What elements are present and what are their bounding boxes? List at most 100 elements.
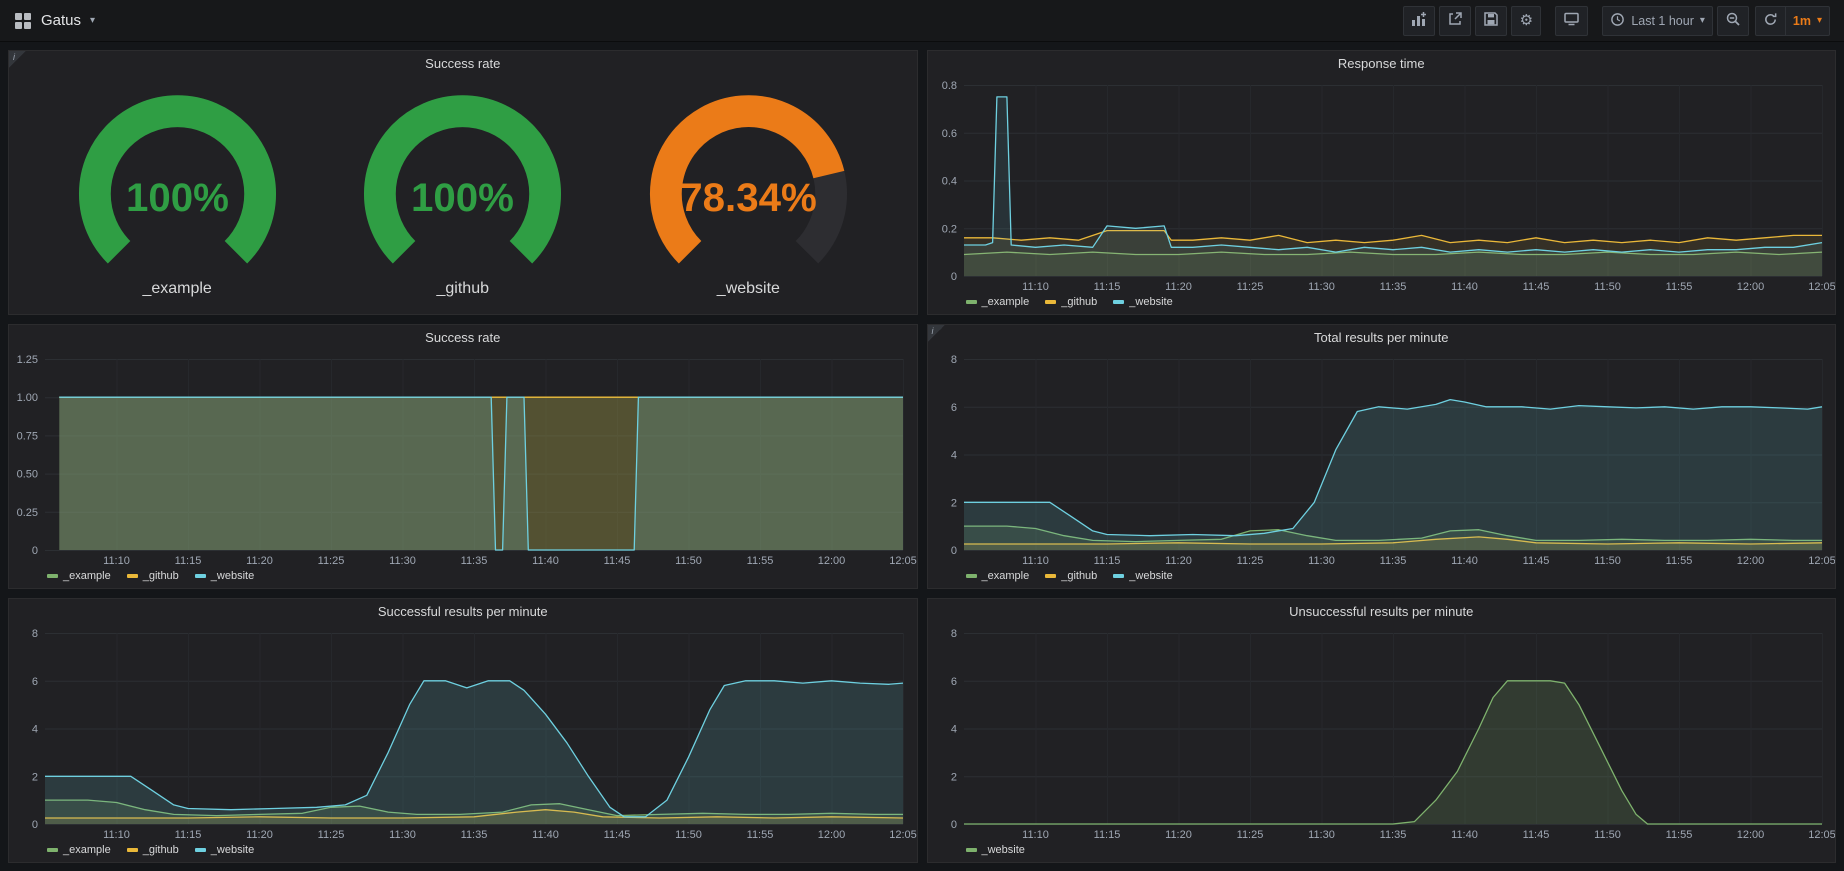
y-tick-label: 0.8 [941,80,956,92]
x-tick-label: 11:35 [461,555,488,567]
navbar-right: ⚙ Last 1 hour [1403,6,1830,36]
gear-icon: ⚙ [1520,13,1533,28]
y-tick-label: 0.75 [17,430,38,442]
success-rate-graph[interactable]: 00.250.500.751.001.2511:1011:1511:2011:2… [9,351,917,568]
share-button[interactable] [1439,6,1471,36]
clock-icon [1610,12,1625,30]
x-tick-label: 12:00 [818,829,846,841]
y-tick-label: 1.00 [17,392,38,404]
legend-item-_website[interactable]: _website [195,570,254,582]
legend-color-swatch [1045,574,1056,578]
total-results-graph[interactable]: 0246811:1011:1511:2011:2511:3011:3511:40… [928,351,1836,568]
legend-item-_website[interactable]: _website [966,844,1025,856]
chart-canvas[interactable]: 0246811:1011:1511:2011:2511:3011:3511:40… [928,351,1836,568]
legend-label: _example [982,570,1030,582]
legend-label: _website [211,844,254,856]
panel-title[interactable]: Success rate [9,325,917,351]
add-panel-icon [1411,11,1427,30]
chart-canvas[interactable]: 00.20.40.60.811:1011:1511:2011:2511:3011… [928,77,1836,294]
y-tick-label: 0 [32,819,38,831]
refresh-button[interactable] [1755,6,1786,36]
legend-label: _website [1129,296,1172,308]
legend-item-_example[interactable]: _example [966,570,1030,582]
x-tick-label: 11:10 [103,829,130,841]
panel-info-icon[interactable]: i [928,325,945,342]
y-tick-label: 0 [950,271,956,283]
panel-unsuccessful-results: Unsuccessful results per minute 0246811:… [927,598,1837,863]
unsuccessful-results-graph[interactable]: 0246811:1011:1511:2011:2511:3011:3511:40… [928,625,1836,842]
panel-response-time: Response time 00.20.40.60.811:1011:1511:… [927,50,1837,315]
legend-item-_website[interactable]: _website [1113,570,1172,582]
zoom-out-button[interactable] [1717,6,1749,36]
gauge-label: _github [437,280,490,298]
panel-title[interactable]: Total results per minute [928,325,1836,351]
caret-down-icon[interactable]: ▾ [90,16,95,26]
apps-grid-icon[interactable] [14,12,32,30]
x-tick-label: 11:45 [1522,555,1549,567]
legend-item-_example[interactable]: _example [47,570,111,582]
legend-color-swatch [1113,300,1124,304]
legend-color-swatch [1045,300,1056,304]
legend-item-_github[interactable]: _github [127,570,179,582]
panel-title[interactable]: Unsuccessful results per minute [928,599,1836,625]
x-tick-label: 11:45 [604,829,631,841]
refresh-interval-dropdown[interactable]: 1m ▾ [1786,6,1830,36]
x-tick-label: 11:30 [389,555,416,567]
legend-item-_website[interactable]: _website [1113,296,1172,308]
chart-canvas[interactable]: 0246811:1011:1511:2011:2511:3011:3511:40… [928,625,1836,842]
chart-legend: _example _github _website [9,842,917,862]
panel-title[interactable]: Success rate [9,51,917,77]
caret-down-icon: ▾ [1700,16,1705,26]
x-tick-label: 11:50 [1594,829,1621,841]
response-time-graph[interactable]: 00.20.40.60.811:1011:1511:2011:2511:3011… [928,77,1836,294]
x-tick-label: 11:25 [318,829,345,841]
panel-info-icon[interactable]: i [9,51,26,68]
x-tick-label: 11:40 [532,555,559,567]
panel-success-rate-gauges: i Success rate 100%_example100%_github78… [8,50,918,315]
x-tick-label: 11:55 [747,555,774,567]
panel-title[interactable]: Successful results per minute [9,599,917,625]
x-tick-label: 11:15 [1093,281,1120,293]
x-tick-label: 11:10 [1022,555,1049,567]
legend-item-_github[interactable]: _github [1045,570,1097,582]
time-range-button[interactable]: Last 1 hour ▾ [1602,6,1713,36]
x-tick-label: 11:25 [318,555,345,567]
chart-canvas[interactable]: 0246811:1011:1511:2011:2511:3011:3511:40… [9,625,917,842]
y-tick-label: 0.50 [17,469,38,481]
x-tick-label: 11:20 [246,829,273,841]
time-range-label: Last 1 hour [1631,14,1694,28]
legend-color-swatch [1113,574,1124,578]
grafana-dashboard: Gatus ▾ [0,0,1844,871]
x-tick-label: 11:25 [1236,829,1263,841]
x-tick-label: 11:55 [1665,829,1692,841]
chart-legend: _website [928,842,1836,862]
add-panel-button[interactable] [1403,6,1435,36]
x-tick-label: 11:30 [1308,281,1335,293]
caret-down-icon: ▾ [1817,16,1822,26]
x-tick-label: 11:55 [1665,555,1692,567]
x-tick-label: 11:15 [1093,555,1120,567]
legend-label: _example [982,296,1030,308]
x-tick-label: 11:40 [1451,281,1478,293]
legend-item-_github[interactable]: _github [1045,296,1097,308]
y-tick-label: 2 [950,771,956,783]
successful-results-graph[interactable]: 0246811:1011:1511:2011:2511:3011:3511:40… [9,625,917,842]
dashboard-title[interactable]: Gatus [41,12,81,29]
legend-label: _github [143,570,179,582]
zoom-out-icon [1725,11,1741,30]
legend-item-_website[interactable]: _website [195,844,254,856]
x-tick-label: 11:50 [1594,555,1621,567]
legend-item-_example[interactable]: _example [47,844,111,856]
legend-item-_github[interactable]: _github [127,844,179,856]
panel-title[interactable]: Response time [928,51,1836,77]
tv-mode-button[interactable] [1555,6,1588,36]
legend-label: _example [63,570,111,582]
x-tick-label: 12:00 [1736,281,1764,293]
refresh-interval-label: 1m [1793,14,1811,28]
legend-item-_example[interactable]: _example [966,296,1030,308]
save-button[interactable] [1475,6,1507,36]
refresh-icon [1763,12,1778,30]
settings-button[interactable]: ⚙ [1511,6,1541,36]
x-tick-label: 11:50 [675,829,702,841]
chart-canvas[interactable]: 00.250.500.751.001.2511:1011:1511:2011:2… [9,351,917,568]
